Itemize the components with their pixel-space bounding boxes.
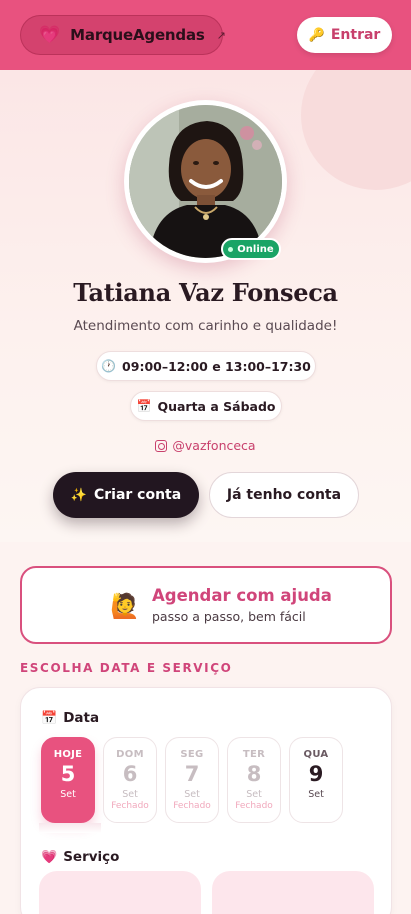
day-number: 9 (308, 762, 324, 786)
profile-name: Tatiana Vaz Fonseca (73, 278, 338, 307)
assisted-booking-card[interactable]: 🙋 Agendar com ajuda passo a passo, bem f… (20, 566, 392, 644)
brand-link[interactable]: 💗 MarqueAgendas ↗ (20, 15, 226, 55)
days-chip: 📅 Quarta a Sábado (130, 391, 282, 421)
sparkles-icon: ✨ (70, 487, 87, 503)
day-month: Set (246, 789, 262, 800)
booking-card: 📅 Data HOJE 5 Set DOM 6 Set Fechado SEG … (20, 687, 392, 914)
login-button[interactable]: 🔑 Entrar (297, 17, 392, 53)
day-option[interactable]: DOM 6 Set Fechado (103, 737, 157, 823)
instagram-handle: @vazfonceca (172, 438, 256, 453)
day-month: Set (60, 789, 76, 800)
online-status-badge: Online (221, 238, 281, 260)
avatar-photo (129, 105, 282, 258)
instagram-icon (155, 439, 168, 452)
key-icon: 🔑 (308, 27, 325, 43)
instagram-link[interactable]: @vazfonceca (0, 438, 411, 453)
day-option[interactable]: TER 8 Set Fechado (227, 737, 281, 823)
calendar-icon: 📅 (41, 710, 58, 726)
selection-shadow (39, 823, 101, 833)
heart-icon: 💗 (41, 849, 58, 865)
create-account-label: Criar conta (93, 487, 182, 503)
decorative-circle (301, 70, 411, 190)
hours-chip: 🕐 09:00–12:00 e 13:00–17:30 (96, 351, 316, 381)
date-label: Data (63, 710, 100, 726)
assisted-booking-title: Agendar com ajuda (152, 586, 332, 605)
day-month: Set (122, 789, 138, 800)
login-label: Entrar (330, 27, 381, 43)
day-month: Set (184, 789, 200, 800)
day-status: Fechado (173, 801, 211, 811)
create-account-button[interactable]: ✨ Criar conta (53, 472, 199, 518)
day-number: 6 (122, 762, 138, 786)
top-bar: 💗 MarqueAgendas ↗ 🔑 Entrar (0, 0, 411, 70)
date-heading: 📅 Data (41, 710, 99, 726)
day-option[interactable]: SEG 7 Set Fechado (165, 737, 219, 823)
day-weekday: SEG (180, 749, 204, 760)
clock-icon: 🕐 (101, 359, 117, 373)
service-label: Serviço (63, 849, 120, 865)
date-picker: HOJE 5 Set DOM 6 Set Fechado SEG 7 Set F… (41, 737, 343, 823)
day-month: Set (308, 789, 324, 800)
external-arrow-icon: ↗ (216, 28, 226, 42)
heart-icon: 💗 (39, 24, 61, 45)
service-heading: 💗 Serviço (41, 849, 119, 865)
day-weekday: DOM (116, 749, 144, 760)
day-number: 7 (184, 762, 200, 786)
day-option-today[interactable]: HOJE 5 Set (41, 737, 95, 823)
have-account-button[interactable]: Já tenho conta (209, 472, 359, 518)
day-weekday: HOJE (53, 749, 83, 760)
day-status: Fechado (111, 801, 149, 811)
status-dot-icon (228, 246, 234, 252)
day-weekday: QUA (303, 749, 329, 760)
day-number: 5 (60, 762, 76, 786)
section-title: ESCOLHA DATA E SERVIÇO (20, 661, 233, 675)
profile-tagline: Atendimento com carinho e qualidade! (73, 318, 338, 334)
service-option[interactable] (39, 871, 201, 914)
service-option[interactable] (212, 871, 374, 914)
days-text: Quarta a Sábado (157, 398, 276, 414)
status-text: Online (237, 243, 274, 255)
day-number: 8 (246, 762, 262, 786)
hours-text: 09:00–12:00 e 13:00–17:30 (122, 358, 311, 374)
person-photo-illustration (129, 105, 282, 258)
day-option[interactable]: QUA 9 Set (289, 737, 343, 823)
calendar-icon: 📅 (136, 399, 152, 413)
raising-hand-icon: 🙋 (110, 592, 140, 620)
assisted-booking-subtitle: passo a passo, bem fácil (152, 609, 306, 624)
have-account-label: Já tenho conta (226, 487, 342, 503)
brand-name: MarqueAgendas (70, 26, 205, 44)
day-status: Fechado (235, 801, 273, 811)
day-weekday: TER (242, 749, 266, 760)
